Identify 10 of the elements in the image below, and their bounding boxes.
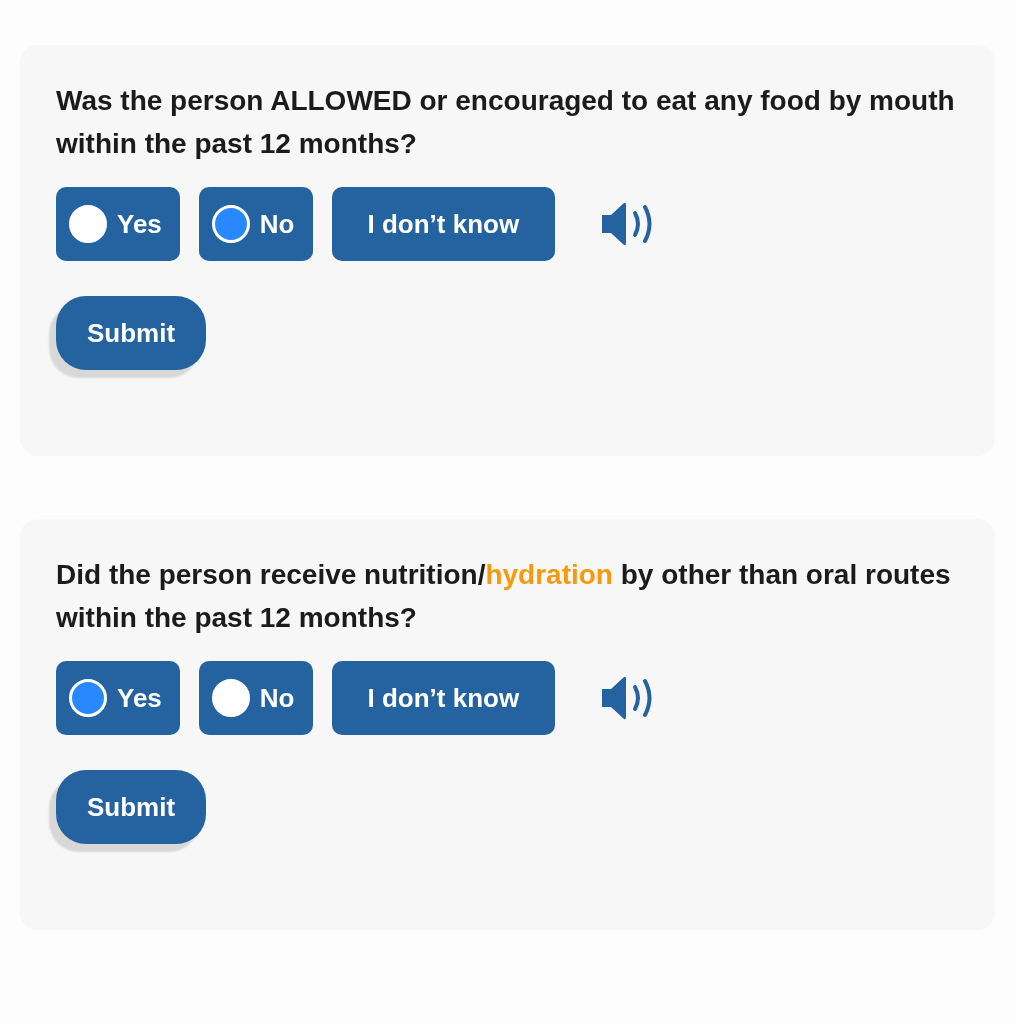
question-text: Did the person receive nutrition/hydration by other than oral routes within the past 12 months? [56, 558, 952, 635]
option-button[interactable]: I don’t know [331, 661, 556, 735]
question-text: Was the person ALLOWED or encouraged to eat any food by mouth within the past 12 months? [56, 84, 956, 161]
option-button[interactable]: Yes [56, 187, 180, 261]
option-button[interactable]: No [198, 187, 313, 261]
option-button[interactable]: I don’t know [331, 187, 556, 261]
submit-button[interactable]: Submit [56, 296, 207, 370]
submit-button[interactable]: Submit [56, 770, 207, 844]
option-button[interactable]: No [198, 661, 313, 735]
option-button[interactable]: Yes [56, 661, 180, 735]
